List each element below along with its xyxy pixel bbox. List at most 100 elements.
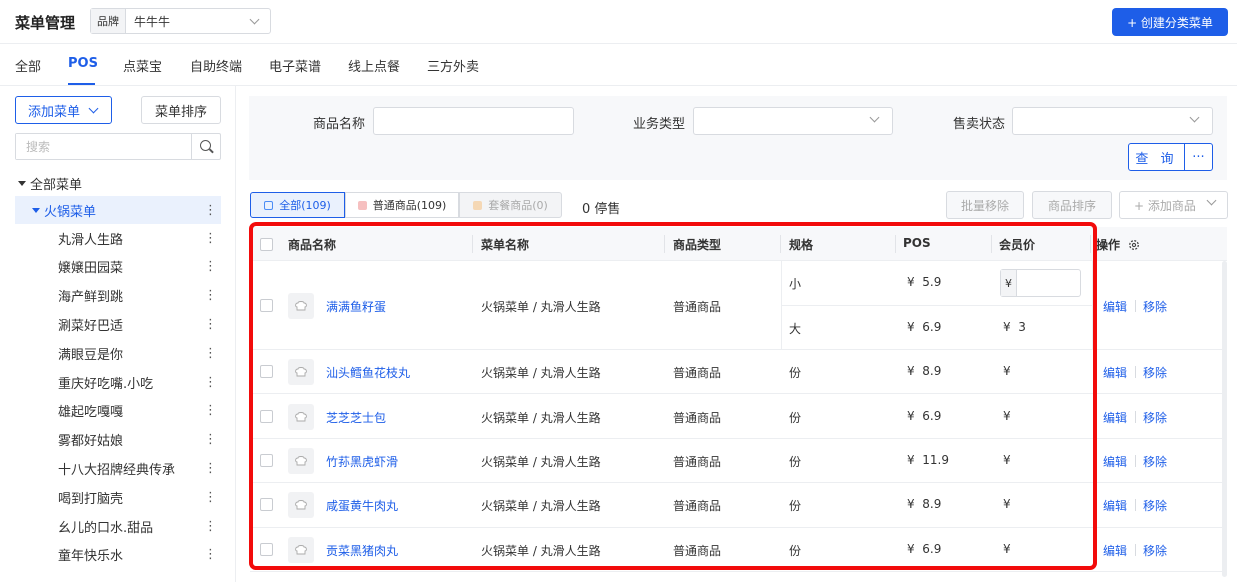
chevron-down-icon — [1206, 195, 1217, 206]
tree-item[interactable]: 丸滑人生路 ⋮ — [15, 224, 221, 252]
edit-link[interactable]: 编辑 — [1103, 409, 1127, 426]
chevron-down-icon — [249, 14, 260, 24]
table-scrollbar[interactable] — [1222, 261, 1227, 577]
tree-item[interactable]: 嬢嬢田园菜 ⋮ — [15, 253, 221, 281]
tree-item[interactable]: 十八大招牌经典传承 ⋮ — [15, 454, 221, 482]
food-icon — [357, 200, 367, 210]
remove-link[interactable]: 移除 — [1143, 497, 1167, 514]
gear-icon[interactable] — [1128, 239, 1140, 251]
segment-all[interactable]: 全部(109) — [250, 192, 345, 218]
segment-normal[interactable]: 普通商品(109) — [345, 192, 459, 218]
sale-status-select[interactable] — [1012, 107, 1213, 135]
more-vertical-icon[interactable]: ⋮ — [204, 346, 217, 361]
menu-name: 火锅菜单 / 丸滑人生路 — [481, 543, 601, 558]
batch-remove-button[interactable]: 批量移除 — [946, 191, 1024, 219]
tree-item[interactable]: 喝到打脑壳 ⋮ — [15, 483, 221, 511]
tree-root-all-menus[interactable]: 全部菜单 — [18, 174, 82, 193]
remove-link[interactable]: 移除 — [1143, 453, 1167, 470]
remove-link[interactable]: 移除 — [1143, 542, 1167, 559]
tab-all[interactable]: 全部 — [15, 56, 41, 75]
tree-item[interactable]: 海产鲜到跳 ⋮ — [15, 282, 221, 310]
edit-link[interactable]: 编辑 — [1103, 298, 1127, 315]
business-type-label: 业务类型 — [633, 117, 686, 132]
more-vertical-icon[interactable]: ⋮ — [204, 403, 217, 418]
remove-link[interactable]: 移除 — [1143, 298, 1167, 315]
member-price-input[interactable]: ¥ — [1000, 269, 1081, 297]
col-menu-name: 菜单名称 — [481, 238, 530, 252]
more-vertical-icon[interactable]: ⋮ — [204, 288, 217, 303]
remove-link[interactable]: 移除 — [1143, 364, 1167, 381]
segment-combo[interactable]: 套餐商品(0) — [459, 192, 562, 218]
more-vertical-icon[interactable]: ⋮ — [204, 519, 217, 534]
tab-dcb[interactable]: 点菜宝 — [123, 56, 162, 75]
menu-sort-button[interactable]: 菜单排序 — [141, 96, 221, 124]
more-vertical-icon[interactable]: ⋮ — [204, 547, 217, 562]
tree-group-hotpot[interactable]: 火锅菜单 ⋮ — [15, 196, 221, 224]
product-name-link[interactable]: 满满鱼籽蛋 — [326, 298, 386, 315]
edit-link[interactable]: 编辑 — [1103, 497, 1127, 514]
tree-item[interactable]: 雄起吃嘎嘎 ⋮ — [15, 397, 221, 425]
table-row: 汕头鳕鱼花枝丸 火锅菜单 / 丸滑人生路 普通商品 份 ¥ 8.9 ¥ 编辑 移除 — [250, 350, 1227, 395]
tree-item[interactable]: 雾都好姑娘 ⋮ — [15, 426, 221, 454]
more-vertical-icon[interactable]: ⋮ — [204, 375, 217, 390]
filter-panel: 商品名称 业务类型 售卖状态 查 询 ··· — [249, 96, 1227, 180]
create-category-menu-button[interactable]: + 创建分类菜单 — [1112, 8, 1228, 36]
row-checkbox[interactable] — [260, 498, 273, 512]
query-button[interactable]: 查 询 — [1128, 143, 1185, 171]
product-name-input[interactable] — [373, 107, 574, 135]
stopped-count[interactable]: 0 停售 — [582, 198, 620, 217]
tab-delivery[interactable]: 三方外卖 — [427, 56, 479, 75]
row-checkbox[interactable] — [260, 365, 273, 379]
more-vertical-icon[interactable]: ⋮ — [204, 231, 217, 246]
row-checkbox[interactable] — [260, 542, 273, 556]
product-name-link[interactable]: 贡菜黑猪肉丸 — [326, 542, 398, 559]
row-checkbox[interactable] — [260, 409, 273, 423]
tree-item[interactable]: 童年快乐水 ⋮ — [15, 541, 221, 569]
remove-link[interactable]: 移除 — [1143, 409, 1167, 426]
tab-pos[interactable]: POS — [68, 56, 98, 71]
select-all-checkbox[interactable] — [260, 238, 273, 251]
product-name-link[interactable]: 竹荪黑虎虾滑 — [326, 453, 398, 470]
product-sort-button[interactable]: 商品排序 — [1032, 191, 1112, 219]
search-button[interactable] — [191, 134, 220, 159]
add-product-button[interactable]: + 添加商品 — [1119, 191, 1228, 219]
product-name-label: 商品名称 — [313, 117, 366, 132]
tree-item[interactable]: 幺儿的口水.甜品 ⋮ — [15, 512, 221, 540]
brand-label: 品牌 — [91, 9, 126, 33]
member-price: ¥ — [1003, 452, 1011, 467]
product-name-link[interactable]: 汕头鳕鱼花枝丸 — [326, 364, 410, 381]
more-filters-button[interactable]: ··· — [1184, 143, 1213, 171]
more-vertical-icon[interactable]: ⋮ — [204, 432, 217, 447]
sale-status-label: 售卖状态 — [953, 117, 1006, 132]
col-product-type: 商品类型 — [673, 238, 722, 252]
more-vertical-icon[interactable]: ⋮ — [204, 203, 217, 218]
product-name-link[interactable]: 咸蛋黄牛肉丸 — [326, 497, 398, 514]
pos-price: ¥ 8.9 — [907, 497, 942, 512]
tree-item[interactable]: 重庆好吃嘴.小吃 ⋮ — [15, 368, 221, 396]
tab-e-menu[interactable]: 电子菜谱 — [269, 56, 321, 75]
row-checkbox[interactable] — [260, 298, 273, 312]
table-row: 贡菜黑猪肉丸 火锅菜单 / 丸滑人生路 普通商品 份 ¥ 6.9 ¥ 编辑 移除 — [250, 528, 1227, 572]
more-vertical-icon[interactable]: ⋮ — [204, 317, 217, 332]
menu-sidebar: 添加菜单 菜单排序 全部菜单 火锅菜单 ⋮ 丸滑人生路⋮嬢嬢田园菜⋮海产鲜到跳⋮… — [0, 86, 236, 582]
brand-select[interactable]: 品牌 牛牛牛 — [90, 8, 271, 34]
tree-item[interactable]: 满眼豆是你 ⋮ — [15, 339, 221, 367]
edit-link[interactable]: 编辑 — [1103, 542, 1127, 559]
product-name-link[interactable]: 芝芝芝士包 — [326, 409, 386, 426]
add-menu-button[interactable]: 添加菜单 — [15, 96, 112, 124]
more-vertical-icon[interactable]: ⋮ — [204, 461, 217, 476]
menu-search-input[interactable] — [16, 134, 191, 159]
tree-item[interactable]: 涮菜好巴适 ⋮ — [15, 310, 221, 338]
table-row: 芝芝芝士包 火锅菜单 / 丸滑人生路 普通商品 份 ¥ 6.9 ¥ 编辑 移除 — [250, 394, 1227, 439]
more-vertical-icon[interactable]: ⋮ — [204, 259, 217, 274]
table-row: 竹荪黑虎虾滑 火锅菜单 / 丸滑人生路 普通商品 份 ¥ 11.9 ¥ 编辑 移除 — [250, 439, 1227, 484]
edit-link[interactable]: 编辑 — [1103, 364, 1127, 381]
col-pos: POS — [903, 236, 931, 250]
product-type: 普通商品 — [673, 543, 722, 558]
edit-link[interactable]: 编辑 — [1103, 453, 1127, 470]
tab-online-order[interactable]: 线上点餐 — [348, 56, 400, 75]
tab-self-service[interactable]: 自助终端 — [190, 56, 242, 75]
more-vertical-icon[interactable]: ⋮ — [204, 490, 217, 505]
business-type-select[interactable] — [693, 107, 893, 135]
row-checkbox[interactable] — [260, 453, 273, 467]
